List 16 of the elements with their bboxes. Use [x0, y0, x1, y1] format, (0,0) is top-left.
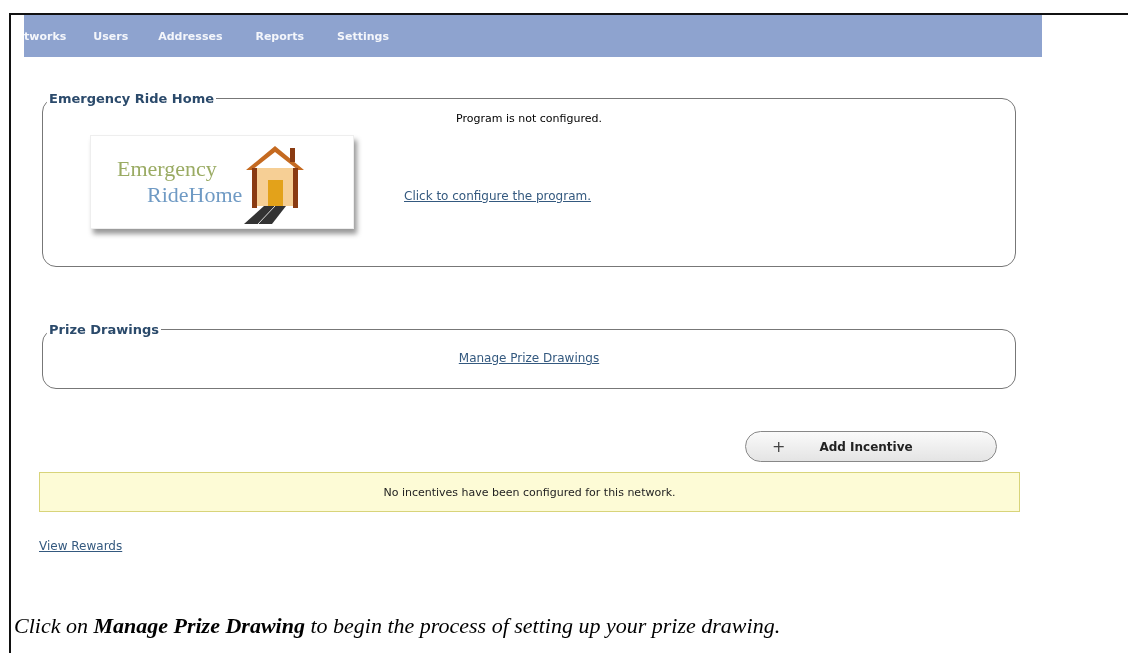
logo: Emergency RideHome [90, 135, 354, 229]
caption: Click on Manage Prize Drawing to begin the process of setting up your prize drawing. [14, 613, 782, 639]
notice-banner: No incentives have been configured for this network. [39, 472, 1020, 512]
nav-tab[interactable]: Settings [337, 29, 389, 43]
view-rewards-link[interactable]: View Rewards [39, 539, 123, 553]
nav-tab[interactable]: tworks [24, 29, 67, 43]
manage-prize-drawings-link[interactable]: Manage Prize Drawings [458, 351, 600, 365]
section-title: Prize Drawings [48, 322, 161, 337]
add-incentive-button[interactable]: + Add Incentive [745, 431, 997, 462]
plus-icon: + [772, 437, 786, 456]
status-text: Program is not configured. [455, 112, 603, 125]
nav-tab[interactable]: Addresses [158, 29, 223, 43]
nav-tab[interactable]: Reports [255, 29, 305, 43]
section-title: Emergency Ride Home [48, 91, 216, 106]
nav-tab[interactable]: Users [93, 29, 129, 43]
configure-link[interactable]: Click to configure the program. [404, 189, 591, 203]
